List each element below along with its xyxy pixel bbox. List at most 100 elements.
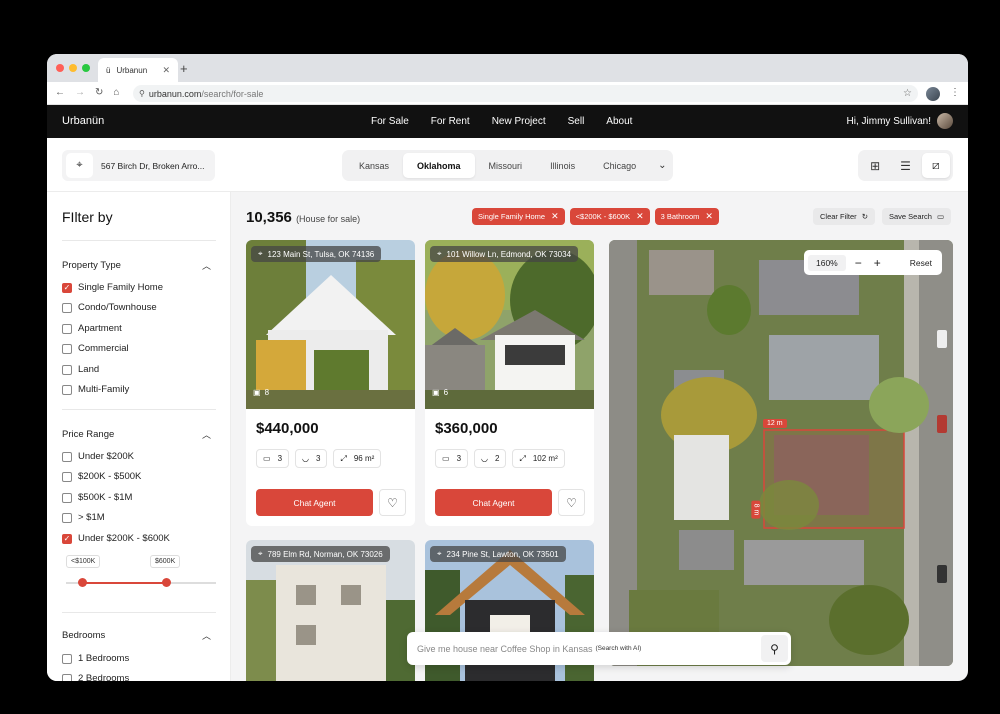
price-slider-max-handle[interactable] [162, 578, 171, 587]
new-tab-button[interactable]: + [180, 61, 188, 76]
remove-chip-icon[interactable]: ✕ [705, 211, 713, 222]
listing-card[interactable]: ⌖ 123 Main St, Tulsa, OK 74136 ▣ 8 $440,00… [246, 240, 415, 526]
divider [62, 409, 216, 410]
checkbox-land[interactable]: Land [62, 364, 99, 375]
checkbox-multi-family[interactable]: Multi-Family [62, 384, 129, 395]
user-greeting: Hi, Jimmy Sullivan! [846, 115, 931, 127]
back-icon[interactable]: ← [55, 87, 65, 98]
measure-height-label: 8 m [751, 500, 761, 519]
checkbox-condo[interactable]: Condo/Townhouse [62, 302, 157, 313]
close-tab-icon[interactable]: ✕ [162, 65, 170, 76]
nav-for-rent[interactable]: For Rent [431, 116, 470, 127]
price-slider-min-handle[interactable] [78, 578, 87, 587]
filter-sidebar: FIlter by Property Type ︿ ✓ Single Family… [47, 192, 231, 681]
listing-photo[interactable] [425, 240, 594, 409]
user-menu[interactable]: Hi, Jimmy Sullivan! [847, 113, 953, 129]
tab-kansas[interactable]: Kansas [345, 153, 403, 178]
tab-chicago[interactable]: Chicago [589, 153, 650, 178]
listing-card[interactable]: ⌖ 789 Elm Rd, Norman, OK 73026 [246, 540, 415, 681]
listing-address: ⌖ 789 Elm Rd, Norman, OK 73026 [251, 546, 390, 562]
clear-filter-button[interactable]: Clear Filter ↻ [813, 208, 875, 225]
tab-illinois[interactable]: Illinois [536, 153, 589, 178]
area-spec: ⤢ 102 m² [512, 449, 565, 468]
bookmark-star-icon[interactable]: ☆ [903, 88, 912, 99]
property-type-title: Property Type [62, 260, 121, 271]
checkbox-200k-600k[interactable]: ✓ Under $200K - $600K [62, 533, 170, 544]
beds-spec: ▭ 3 [435, 449, 469, 468]
location-input[interactable]: ⌖ 567 Birch Dr, Broken Arro... [62, 150, 215, 181]
camera-icon: ▣ [253, 388, 261, 397]
checkbox-under-200k[interactable]: Under $200K [62, 451, 134, 462]
zoom-reset-button[interactable]: Reset [910, 258, 932, 268]
heart-icon[interactable]: ♡ [558, 489, 585, 516]
nav-about[interactable]: About [606, 116, 632, 127]
browser-menu-icon[interactable]: ⋮ [950, 87, 960, 98]
heart-icon[interactable]: ♡ [379, 489, 406, 516]
grid-view-icon[interactable]: ⊞ [861, 153, 889, 178]
zoom-in-button[interactable]: + [871, 256, 884, 270]
map-view[interactable]: 12 m 8 m 160% − + Reset [609, 240, 953, 666]
maximize-window-button[interactable] [82, 64, 90, 72]
expand-icon: ⤢ [340, 453, 347, 463]
remove-chip-icon[interactable]: ✕ [551, 211, 559, 222]
forward-icon[interactable]: → [75, 87, 85, 98]
browser-tab[interactable]: ü Urbanun ✕ [98, 58, 178, 82]
check-icon: ✓ [62, 533, 72, 544]
chevron-down-icon[interactable]: ⌄ [650, 160, 674, 171]
listing-price: $440,000 [256, 420, 319, 437]
checkbox-apartment[interactable]: Apartment [62, 323, 122, 334]
filter-title: FIlter by [62, 209, 113, 225]
price-range-title: Price Range [62, 429, 115, 440]
camera-icon: ▣ [432, 388, 440, 397]
favicon-icon: ü [106, 65, 111, 75]
filter-chip[interactable]: 3 Bathroom ✕ [654, 208, 719, 225]
checkbox-200k-500k[interactable]: $200K - $500K [62, 471, 141, 482]
chevron-up-icon[interactable]: ︿ [202, 629, 211, 642]
site-info-icon[interactable]: ⚲ [139, 89, 145, 98]
checkbox-over-1m[interactable]: > $1M [62, 512, 105, 523]
nav-for-sale[interactable]: For Sale [371, 116, 409, 127]
checkbox-2-bedrooms[interactable]: 2 Bedrooms [62, 673, 129, 681]
aerial-map[interactable] [609, 240, 953, 666]
area-spec: ⤢ 96 m² [333, 449, 382, 468]
nav-sell[interactable]: Sell [568, 116, 585, 127]
listing-card[interactable]: ⌖ 101 Willow Ln, Edmond, OK 73034 ▣ 6 $360… [425, 240, 594, 526]
zoom-out-button[interactable]: − [852, 256, 865, 270]
tab-missouri[interactable]: Missouri [475, 153, 537, 178]
profile-avatar[interactable] [926, 87, 940, 101]
checkbox-commercial[interactable]: Commercial [62, 343, 129, 354]
checkbox-1-bedroom[interactable]: 1 Bedrooms [62, 653, 129, 664]
url-path: /search/for-sale [201, 88, 264, 99]
filter-chip[interactable]: Single Family Home ✕ [472, 208, 565, 225]
search-icon[interactable]: ⚲ [761, 635, 788, 662]
nav-new-project[interactable]: New Project [492, 116, 546, 127]
close-window-button[interactable] [56, 64, 64, 72]
address-bar[interactable]: ⚲ urbanun.com/search/for-sale ☆ [133, 85, 918, 102]
home-icon[interactable]: ⌂ [113, 87, 119, 98]
chat-agent-button[interactable]: Chat Agent [435, 489, 552, 516]
map-view-icon[interactable]: ⧄ [921, 153, 950, 178]
filter-chip[interactable]: <$200K - $600K ✕ [569, 208, 650, 225]
list-view-icon[interactable]: ☰ [891, 153, 919, 178]
reload-icon[interactable]: ↻ [95, 87, 103, 98]
location-pin-icon: ⌖ [258, 249, 263, 258]
chevron-up-icon[interactable]: ︿ [202, 259, 211, 272]
site-logo[interactable]: Urbanün [62, 115, 104, 127]
ai-search-input[interactable]: Give me house near Coffee Shop in Kansas… [407, 632, 791, 665]
beds-spec: ▭ 3 [256, 449, 290, 468]
tab-oklahoma[interactable]: Oklahoma [403, 153, 475, 178]
listing-address: ⌖ 234 Pine St, Lawton, OK 73501 [430, 546, 566, 562]
chevron-up-icon[interactable]: ︿ [202, 428, 211, 441]
zoom-level: 160% [808, 254, 846, 271]
remove-chip-icon[interactable]: ✕ [636, 211, 644, 222]
location-pin-icon: ⌖ [437, 549, 442, 558]
listing-photo[interactable] [246, 240, 415, 409]
minimize-window-button[interactable] [69, 64, 77, 72]
user-avatar [937, 113, 953, 129]
save-search-button[interactable]: Save Search ▭ [882, 208, 952, 225]
checkbox-500k-1m[interactable]: $500K - $1M [62, 492, 132, 503]
checkbox-single-family[interactable]: ✓ Single Family Home [62, 282, 163, 293]
bathtub-icon: ◡ [481, 454, 488, 463]
divider [62, 612, 216, 613]
chat-agent-button[interactable]: Chat Agent [256, 489, 373, 516]
